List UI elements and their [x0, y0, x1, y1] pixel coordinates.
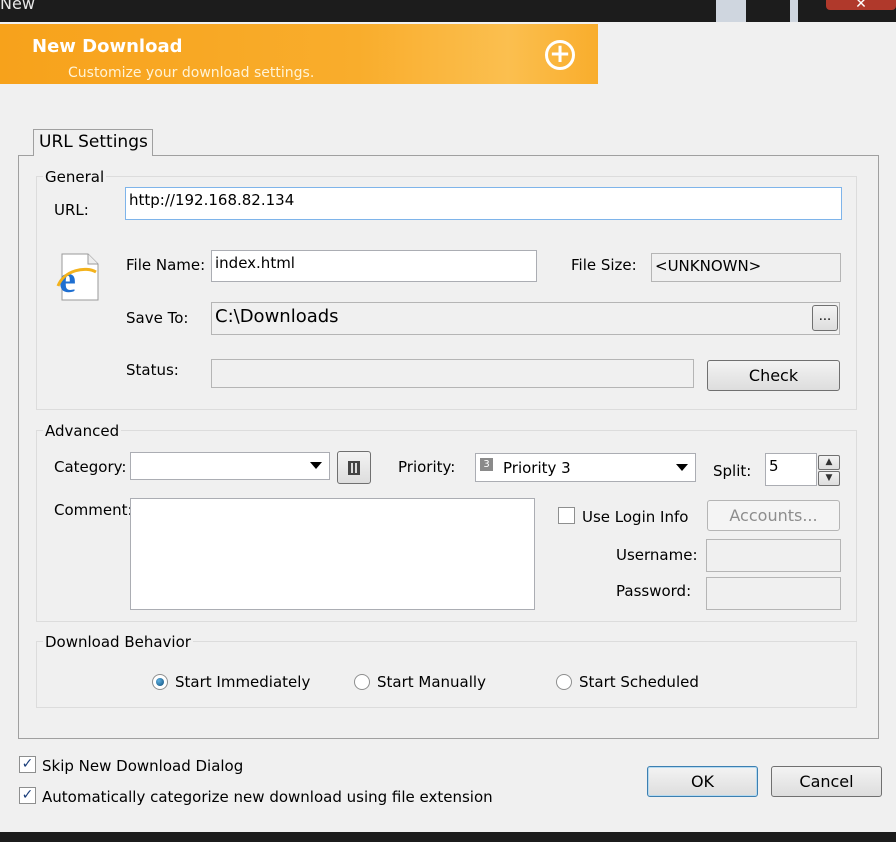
header-banner: New Download Customize your download set…: [0, 24, 598, 84]
category-label: Category:: [54, 458, 127, 476]
close-icon[interactable]: ✕: [826, 0, 896, 11]
skip-dialog-label[interactable]: Skip New Download Dialog: [42, 757, 243, 775]
comment-label: Comment:: [54, 501, 133, 519]
saveto-label: Save To:: [126, 309, 189, 327]
comment-textarea[interactable]: [130, 498, 535, 610]
priority-select[interactable]: 3 Priority 3: [475, 453, 696, 482]
status-field: [211, 359, 694, 388]
dropdown-caret-icon: [310, 462, 322, 469]
split-input[interactable]: 5: [765, 453, 817, 486]
start-immediately-label[interactable]: Start Immediately: [175, 673, 310, 691]
titlebar-decoration: [790, 0, 798, 22]
accounts-button[interactable]: Accounts...: [707, 500, 840, 531]
filename-input[interactable]: index.html: [211, 250, 537, 282]
status-label: Status:: [126, 361, 179, 379]
window-title: New: [0, 0, 35, 13]
saveto-input[interactable]: C:\Downloads: [211, 302, 840, 335]
taskbar-strip: [0, 832, 896, 842]
titlebar-decoration: [716, 0, 746, 22]
ok-button[interactable]: OK: [647, 766, 758, 797]
password-input[interactable]: [706, 577, 841, 610]
username-label: Username:: [616, 546, 698, 564]
check-button[interactable]: Check: [707, 360, 840, 391]
password-label: Password:: [616, 582, 692, 600]
tab-url-settings[interactable]: URL Settings: [33, 129, 153, 156]
use-login-label[interactable]: Use Login Info: [582, 508, 688, 526]
filesize-field: <UNKNOWN>: [651, 253, 841, 282]
filesize-label: File Size:: [571, 256, 637, 274]
skip-dialog-checkbox[interactable]: ✓: [19, 756, 36, 773]
radio-start-immediately[interactable]: [152, 674, 168, 690]
radio-start-scheduled[interactable]: [556, 674, 572, 690]
banner-subtitle: Customize your download settings.: [68, 65, 315, 81]
split-label: Split:: [713, 462, 752, 480]
ie-file-icon: e: [56, 252, 102, 302]
radio-start-manually[interactable]: [354, 674, 370, 690]
window-titlebar[interactable]: New ✕: [0, 0, 896, 22]
auto-categorize-label[interactable]: Automatically categorize new download us…: [42, 788, 493, 806]
url-input[interactable]: http://192.168.82.134: [125, 187, 842, 220]
spin-up-icon[interactable]: ▲: [818, 455, 840, 470]
start-scheduled-label[interactable]: Start Scheduled: [579, 673, 699, 691]
general-legend: General: [43, 168, 107, 186]
advanced-legend: Advanced: [43, 422, 122, 440]
category-select[interactable]: [130, 452, 330, 480]
add-circle-icon: +: [545, 40, 575, 70]
cancel-button[interactable]: Cancel: [771, 766, 882, 797]
filename-label: File Name:: [126, 256, 206, 274]
priority-badge: 3: [480, 458, 493, 471]
behavior-legend: Download Behavior: [43, 633, 193, 651]
start-manually-label[interactable]: Start Manually: [377, 673, 486, 691]
priority-label: Priority:: [398, 458, 456, 476]
banner-title: New Download: [32, 36, 183, 57]
spin-down-icon[interactable]: ▼: [818, 471, 840, 486]
dropdown-caret-icon: [676, 464, 688, 471]
browse-button[interactable]: ...: [812, 305, 838, 331]
bookmark-button[interactable]: [337, 451, 371, 484]
auto-categorize-checkbox[interactable]: ✓: [19, 787, 36, 804]
use-login-checkbox[interactable]: [558, 507, 575, 524]
url-label: URL:: [54, 201, 89, 219]
bookmark-icon: [348, 461, 360, 475]
username-input[interactable]: [706, 539, 841, 572]
